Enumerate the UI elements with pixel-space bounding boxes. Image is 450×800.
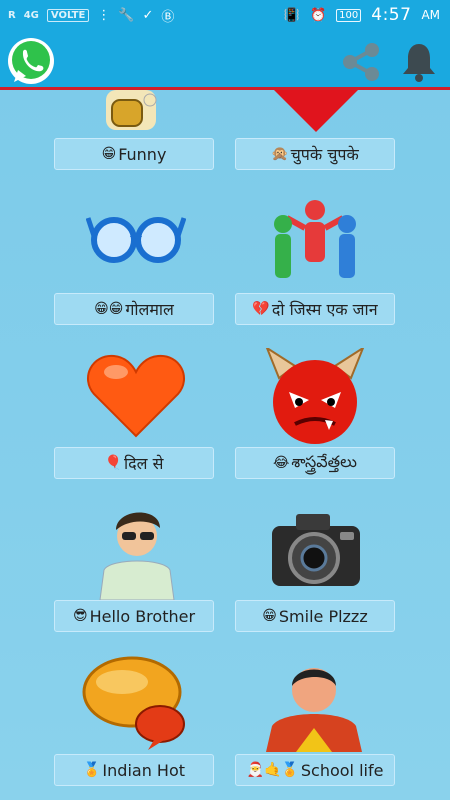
- check-icon: ✓: [142, 7, 154, 23]
- overflow-icon: ⋮: [97, 7, 111, 23]
- alarm-icon: ⏰: [309, 7, 327, 23]
- app-bar: [0, 30, 450, 90]
- bell-icon[interactable]: [398, 40, 440, 84]
- emoji-icon: 😎: [72, 608, 88, 624]
- student-avatar-icon: [266, 668, 362, 752]
- category-smile-button[interactable]: 😁 Smile Plzzz: [235, 600, 395, 632]
- camera-icon: [272, 514, 360, 586]
- signal-indicator: R: [8, 9, 16, 21]
- category-dil-se-button[interactable]: 🎈 दिल से: [54, 447, 214, 479]
- category-label: Smile Plzzz: [278, 606, 368, 626]
- category-label: Indian Hot: [102, 760, 186, 780]
- volte-badge: VOLTE: [46, 8, 90, 22]
- share-icon[interactable]: [338, 42, 384, 82]
- glasses-icon: [86, 217, 186, 263]
- emoji-icon: 😂: [273, 455, 290, 471]
- category-label: चुपके चुपके: [290, 145, 359, 164]
- emoji-icon: 💔: [252, 301, 270, 317]
- category-school-life-button[interactable]: 🎅🤙🏅 School life: [235, 754, 395, 786]
- category-label: दो जिस्म एक जान: [271, 300, 378, 319]
- category-label: శాస్త్రవేత్తలు: [291, 451, 357, 471]
- category-label: दिल से: [124, 454, 164, 473]
- vibrate-icon: 📳: [283, 7, 300, 23]
- emoji-icon: 🎅🤙🏅: [246, 762, 299, 778]
- emoji-icon: 😁😁: [94, 301, 124, 317]
- network-indicator: 4G: [23, 9, 39, 21]
- heart-icon: [87, 354, 185, 438]
- clock-time: 4:57: [371, 5, 412, 25]
- category-funny-button[interactable]: 😁 Funny: [54, 138, 214, 170]
- wrench-icon: 🔧: [118, 7, 135, 23]
- speech-bubble-icon: [82, 656, 185, 750]
- cool-man-icon: [99, 512, 175, 600]
- category-label: Funny: [118, 144, 167, 164]
- category-indian-hot-button[interactable]: 🏅 Indian Hot: [54, 754, 214, 786]
- category-hello-brother-button[interactable]: 😎 Hello Brother: [54, 600, 214, 632]
- emoji-icon: 🏅: [82, 762, 101, 778]
- category-grid[interactable]: 😁 Funny 🙊 चुपके चुपके 😁😁 गोलमाल 💔 दो जिस…: [0, 90, 450, 800]
- category-do-jism-button[interactable]: 💔 दो जिस्म एक जान: [235, 293, 395, 325]
- category-label: गोलमाल: [125, 300, 174, 319]
- clock-ampm: AM: [421, 8, 440, 22]
- red-triangle-icon: [274, 90, 358, 132]
- category-label: Hello Brother: [89, 606, 196, 626]
- emoji-icon: 😁: [101, 146, 117, 162]
- people-group-icon: [274, 200, 356, 278]
- category-label: School life: [300, 760, 384, 780]
- b-circle-icon: Ⓑ: [161, 9, 175, 25]
- category-scientists-button[interactable]: 😂 శాస్త్రవేత్తలు: [235, 447, 395, 479]
- category-golmaal-button[interactable]: 😁😁 गोलमाल: [54, 293, 214, 325]
- category-chupke-button[interactable]: 🙊 चुपके चुपके: [235, 138, 395, 170]
- lucky-cat-icon: [106, 90, 157, 130]
- status-bar: R 4G VOLTE ⋮ 🔧 ✓ Ⓑ 📳 ⏰ 100 4:57 AM: [0, 0, 450, 30]
- whatsapp-logo-icon[interactable]: [6, 36, 56, 86]
- emoji-icon: 😁: [262, 608, 277, 624]
- devil-emoji-icon: [265, 348, 365, 444]
- emoji-icon: 🎈: [104, 455, 123, 471]
- emoji-icon: 🙊: [271, 146, 289, 162]
- battery-indicator: 100: [336, 8, 362, 22]
